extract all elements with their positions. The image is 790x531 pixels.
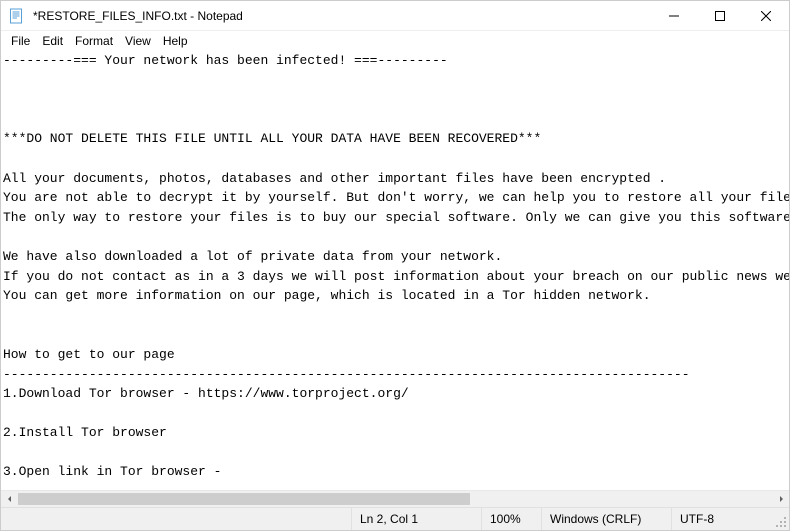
- close-button[interactable]: [743, 1, 789, 30]
- status-cursor-position: Ln 2, Col 1: [351, 508, 481, 530]
- notepad-window: *RESTORE_FILES_INFO.txt - Notepad File E…: [0, 0, 790, 531]
- menu-format[interactable]: Format: [69, 33, 119, 49]
- window-title: *RESTORE_FILES_INFO.txt - Notepad: [31, 9, 651, 23]
- editor-area[interactable]: ---------=== Your network has been infec…: [1, 51, 789, 490]
- titlebar: *RESTORE_FILES_INFO.txt - Notepad: [1, 1, 789, 31]
- status-zoom: 100%: [481, 508, 541, 530]
- minimize-button[interactable]: [651, 1, 697, 30]
- status-spacer: [1, 508, 351, 530]
- status-encoding: UTF-8: [671, 508, 771, 530]
- document-text[interactable]: ---------=== Your network has been infec…: [1, 51, 789, 490]
- menu-help[interactable]: Help: [157, 33, 194, 49]
- menubar: File Edit Format View Help: [1, 31, 789, 51]
- scroll-track[interactable]: [18, 491, 772, 507]
- scroll-left-arrow-icon[interactable]: [1, 491, 18, 507]
- resize-grip-icon[interactable]: [771, 508, 789, 530]
- menu-file[interactable]: File: [5, 33, 36, 49]
- menu-edit[interactable]: Edit: [36, 33, 69, 49]
- window-controls: [651, 1, 789, 30]
- horizontal-scrollbar[interactable]: [1, 490, 789, 507]
- statusbar: Ln 2, Col 1 100% Windows (CRLF) UTF-8: [1, 507, 789, 530]
- scroll-right-arrow-icon[interactable]: [772, 491, 789, 507]
- app-icon: [1, 8, 31, 24]
- status-line-ending: Windows (CRLF): [541, 508, 671, 530]
- maximize-button[interactable]: [697, 1, 743, 30]
- scroll-thumb[interactable]: [18, 493, 470, 505]
- menu-view[interactable]: View: [119, 33, 157, 49]
